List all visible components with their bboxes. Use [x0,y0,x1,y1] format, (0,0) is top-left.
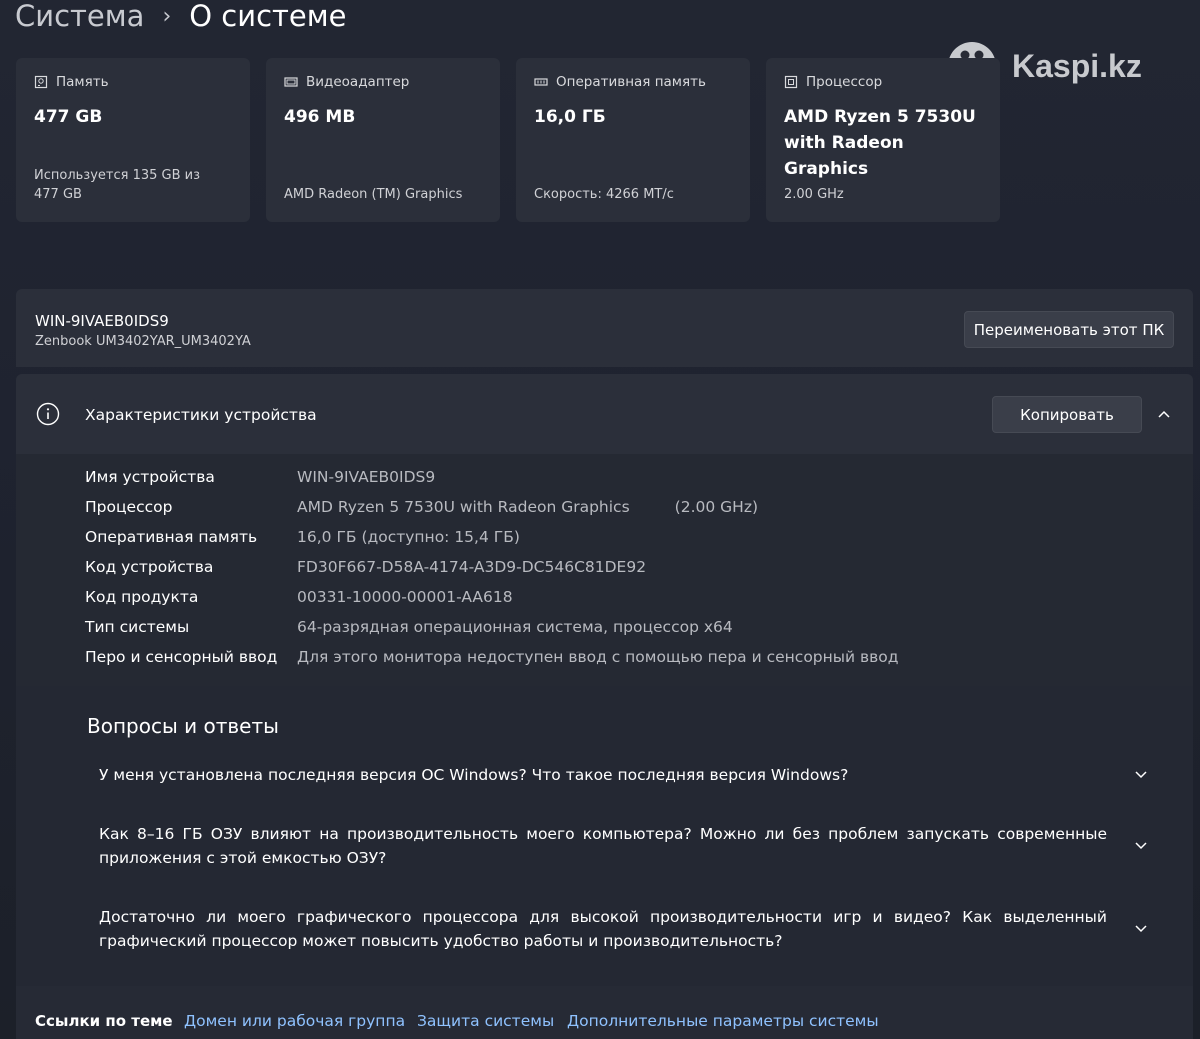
spec-label: Процессор [85,498,173,516]
rename-pc-button[interactable]: Переименовать этот ПК [964,311,1174,348]
cpu-icon [784,75,798,89]
spec-row-device-name: Имя устройства WIN-9IVAEB0IDS9 [85,462,435,492]
cpu-card[interactable]: Процессор AMD Ryzen 5 7530U with Radeon … [766,58,1000,222]
spec-row-product-id: Код продукта 00331-10000-00001-AA618 [85,582,513,612]
watermark-text: Kaspi.kz [1012,47,1142,84]
card-value: 16,0 ГБ [534,107,606,127]
page-title: О системе [189,0,347,33]
device-specs-panel: Характеристики устройства Копировать Имя… [16,374,1193,686]
card-value: AMD Ryzen 5 7530U with Radeon Graphics [784,107,976,179]
spec-row-pen-touch: Перо и сенсорный ввод Для этого монитора… [85,642,899,672]
breadcrumb: Система › О системе [15,0,346,38]
spec-row-ram: Оперативная память 16,0 ГБ (доступно: 15… [85,522,520,552]
card-header: Процессор [784,74,982,90]
faq-title: Вопросы и ответы [87,714,279,738]
card-title: Видеоадаптер [306,74,410,90]
faq-section: Вопросы и ответы У меня установлена посл… [16,686,1193,986]
card-title: Оперативная память [556,74,706,90]
faq-item[interactable]: У меня установлена последняя версия ОС W… [99,763,1107,787]
card-header: Оперативная память [534,74,732,90]
spec-label: Код продукта [85,588,199,606]
chevron-up-icon[interactable] [1156,406,1172,422]
spec-value: Для этого монитора недоступен ввод с пом… [297,648,899,666]
spec-value: FD30F667-D58A-4174-A3D9-DC546C81DE92 [297,558,647,576]
chevron-down-icon[interactable] [1133,767,1149,783]
spec-row-processor: Процессор AMD Ryzen 5 7530U with Radeon … [85,492,758,522]
card-subtitle: 2.00 GHz [784,187,844,202]
card-value: 496 MB [284,107,356,127]
pc-model: Zenbook UM3402YAR_UM3402YA [35,334,251,349]
spec-label: Код устройства [85,558,214,576]
card-title: Процессор [806,74,883,90]
spec-value: 64-разрядная операционная система, проце… [297,618,733,636]
spec-value: AMD Ryzen 5 7530U with Radeon Graphics [297,498,630,516]
card-subtitle: Используется 135 GB из 477 GB [34,168,201,202]
chevron-down-icon[interactable] [1133,838,1149,854]
related-links-label: Ссылки по теме [35,1012,173,1030]
domain-workgroup-link[interactable]: Домен или рабочая группа [184,1012,405,1030]
spec-row-system-type: Тип системы 64-разрядная операционная си… [85,612,733,642]
device-specs-title: Характеристики устройства [85,406,317,424]
card-header: Видеоадаптер [284,74,482,90]
system-protection-link[interactable]: Защита системы [417,1012,554,1030]
card-subtitle: AMD Radeon (TM) Graphics [284,187,463,202]
card-title: Память [56,74,109,90]
info-icon [36,402,60,426]
spec-value: WIN-9IVAEB0IDS9 [297,468,436,486]
card-header: Память [34,74,232,90]
card-subtitle: Скорость: 4266 MT/c [534,187,674,202]
storage-icon [34,75,48,89]
chevron-down-icon[interactable] [1133,921,1149,937]
spec-row-device-id: Код устройства FD30F667-D58A-4174-A3D9-D… [85,552,646,582]
spec-value: 00331-10000-00001-AA618 [297,588,513,606]
faq-item[interactable]: Достаточно ли моего графического процесс… [99,905,1107,953]
ram-icon [534,78,548,86]
spec-label: Тип системы [85,618,190,636]
card-value: 477 GB [34,107,103,127]
device-specs-header[interactable]: Характеристики устройства Копировать [16,374,1193,455]
pc-name: WIN-9IVAEB0IDS9 [35,312,169,330]
display-adapter-card[interactable]: Видеоадаптер 496 MB AMD Radeon (TM) Grap… [266,58,500,222]
spec-value-extra: (2.00 GHz) [674,498,759,516]
related-links-bar: Ссылки по теме Домен или рабочая группа … [16,986,1193,1039]
spec-label: Оперативная память [85,528,258,546]
copy-button[interactable]: Копировать [992,396,1142,433]
faq-item[interactable]: Как 8–16 ГБ ОЗУ влияют на производительн… [99,822,1107,870]
breadcrumb-separator: › [162,3,172,29]
advanced-system-settings-link[interactable]: Дополнительные параметры системы [567,1012,879,1030]
ram-card[interactable]: Оперативная память 16,0 ГБ Скорость: 426… [516,58,750,222]
spec-value: 16,0 ГБ (доступно: 15,4 ГБ) [297,528,520,546]
device-specs-list: Имя устройства WIN-9IVAEB0IDS9 Процессор… [16,454,1193,686]
display-adapter-icon [284,77,298,87]
pc-name-panel: WIN-9IVAEB0IDS9 Zenbook UM3402YAR_UM3402… [16,289,1193,367]
spec-label: Перо и сенсорный ввод [85,648,278,666]
storage-card[interactable]: Память 477 GB Используется 135 GB из 477… [16,58,250,222]
summary-cards: Память 477 GB Используется 135 GB из 477… [16,58,1000,222]
breadcrumb-system-link[interactable]: Система [15,0,144,33]
spec-label: Имя устройства [85,468,215,486]
